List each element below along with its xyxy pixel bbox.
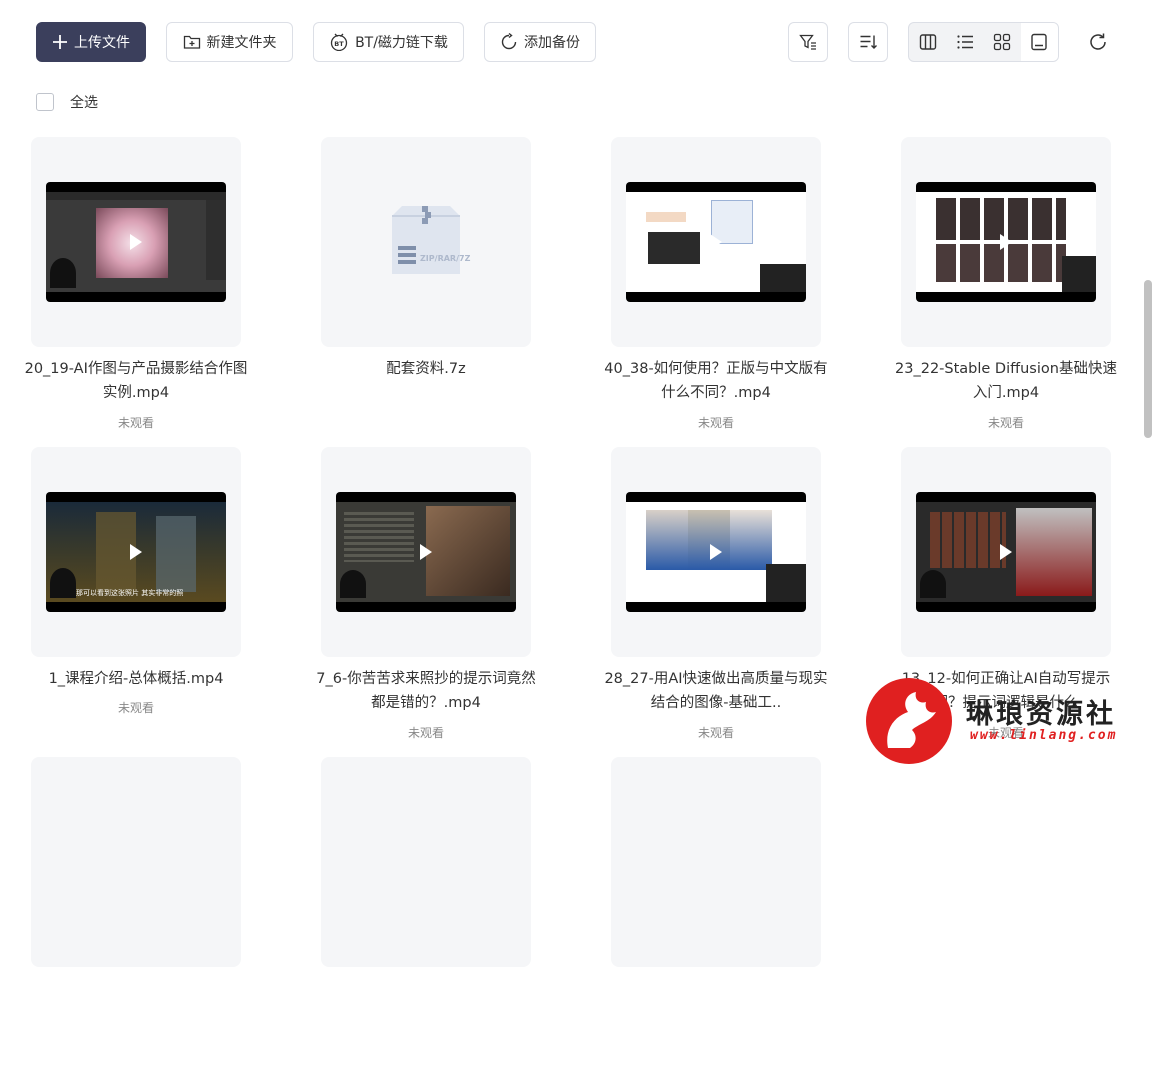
file-card[interactable]: 40_38-如何使用？正版与中文版有什么不同？.mp4 未观看 xyxy=(604,137,901,447)
watermark-logo xyxy=(866,678,952,764)
video-thumbnail xyxy=(916,182,1096,302)
file-name: 7_6-你苦苦求来照抄的提示词竟然都是错的？.mp4 xyxy=(316,671,536,711)
file-name: 20_19-AI作图与产品摄影结合作图实例.mp4 xyxy=(24,361,248,401)
filter-button[interactable] xyxy=(788,22,828,62)
column-view-button[interactable] xyxy=(909,23,946,61)
file-card[interactable]: ZIP/RAR/7Z 配套资料.7z xyxy=(321,137,611,447)
file-name: 1_课程介绍-总体概括.mp4 xyxy=(48,671,224,687)
sort-button[interactable] xyxy=(848,22,888,62)
file-name: 40_38-如何使用？正版与中文版有什么不同？.mp4 xyxy=(604,361,828,401)
video-thumbnail xyxy=(46,182,226,302)
file-thumbnail[interactable] xyxy=(901,137,1111,347)
watermark-title: 琳琅资源社 xyxy=(966,699,1116,730)
watermark: 琳琅资源社 www.linlang.com xyxy=(866,676,1136,766)
file-thumbnail[interactable]: 那可以看到这张照片 其实非常的照 xyxy=(31,447,241,657)
file-card[interactable]: 20_19-AI作图与产品摄影结合作图实例.mp4 未观看 xyxy=(25,137,321,447)
backup-sync-icon xyxy=(501,33,517,50)
play-icon xyxy=(710,544,722,560)
file-thumbnail[interactable] xyxy=(321,447,531,657)
video-thumbnail xyxy=(626,492,806,612)
play-icon xyxy=(130,544,142,560)
plus-icon xyxy=(53,35,67,49)
file-thumbnail[interactable] xyxy=(321,757,531,967)
watermark-url: www.linlang.com xyxy=(970,728,1118,743)
video-thumbnail xyxy=(916,492,1096,612)
file-name: 23_22-Stable Diffusion基础快速入门.mp4 xyxy=(895,361,1117,401)
sort-icon xyxy=(860,35,877,49)
file-name: 28_27-用AI快速做出高质量与现实结合的图像-基础工.. xyxy=(604,671,828,711)
play-icon xyxy=(1000,234,1012,250)
watch-status: 未观看 xyxy=(987,416,1024,430)
play-icon xyxy=(420,544,432,560)
watch-status: 未观看 xyxy=(697,416,734,430)
select-all[interactable]: 全选 xyxy=(36,92,98,112)
file-name: 配套资料.7z xyxy=(386,361,466,377)
bt-download-button[interactable]: BT BT/磁力链下载 xyxy=(313,22,464,62)
toolbar: 上传文件 新建文件夹 BT BT/磁力链下载 添加备份 xyxy=(0,0,1154,84)
view-mode-group xyxy=(908,22,1059,62)
file-card[interactable] xyxy=(611,757,901,1067)
refresh-icon xyxy=(1090,33,1106,50)
video-thumbnail: 那可以看到这张照片 其实非常的照 xyxy=(46,492,226,612)
archive-label: ZIP/RAR/7Z xyxy=(420,254,471,263)
video-thumbnail xyxy=(336,492,516,612)
file-card[interactable]: 7_6-你苦苦求来照抄的提示词竟然都是错的？.mp4 未观看 xyxy=(316,447,611,757)
watch-status: 未观看 xyxy=(117,701,154,715)
scrollbar-thumb[interactable] xyxy=(1144,280,1152,438)
upload-label: 上传文件 xyxy=(74,35,130,51)
bt-download-label: BT/磁力链下载 xyxy=(355,35,448,51)
watch-status: 未观看 xyxy=(117,416,154,430)
select-all-checkbox[interactable] xyxy=(36,93,54,111)
file-card[interactable] xyxy=(31,757,321,1067)
grid-icon xyxy=(993,33,1011,51)
select-all-label: 全选 xyxy=(70,95,98,111)
upload-button[interactable]: 上传文件 xyxy=(36,22,146,62)
video-thumbnail xyxy=(626,182,806,302)
file-card[interactable] xyxy=(321,757,611,1067)
columns-icon xyxy=(919,34,936,50)
file-thumbnail[interactable] xyxy=(31,137,241,347)
play-icon xyxy=(130,234,142,250)
grid-view-button[interactable] xyxy=(984,23,1021,61)
file-thumbnail[interactable]: ZIP/RAR/7Z xyxy=(321,137,531,347)
archive-icon: ZIP/RAR/7Z xyxy=(388,202,471,278)
bt-icon: BT xyxy=(330,33,348,51)
file-thumbnail[interactable] xyxy=(611,757,821,967)
list-view-button[interactable] xyxy=(946,23,983,61)
list-icon xyxy=(957,35,973,49)
watch-status: 未观看 xyxy=(407,726,444,740)
file-thumbnail[interactable] xyxy=(31,757,241,967)
file-thumbnail[interactable] xyxy=(611,137,821,347)
new-folder-button[interactable]: 新建文件夹 xyxy=(166,22,293,62)
file-card[interactable]: 23_22-Stable Diffusion基础快速入门.mp4 未观看 xyxy=(895,137,1154,447)
watch-status: 未观看 xyxy=(697,726,734,740)
file-card[interactable]: 28_27-用AI快速做出高质量与现实结合的图像-基础工.. 未观看 xyxy=(604,447,901,757)
refresh-button[interactable] xyxy=(1082,28,1114,56)
play-icon xyxy=(1000,544,1012,560)
svg-text:BT: BT xyxy=(334,40,344,48)
new-folder-label: 新建文件夹 xyxy=(206,35,277,51)
subtitle-text: 那可以看到这张照片 其实非常的照 xyxy=(76,589,184,597)
file-thumbnail[interactable] xyxy=(611,447,821,657)
add-backup-label: 添加备份 xyxy=(524,35,580,51)
play-icon xyxy=(710,234,722,250)
filter-icon xyxy=(799,34,816,50)
add-backup-button[interactable]: 添加备份 xyxy=(484,22,596,62)
thumbnail-view-button[interactable] xyxy=(1020,23,1058,61)
thumbnail-icon xyxy=(1031,33,1048,51)
file-card[interactable]: 那可以看到这张照片 其实非常的照 1_课程介绍-总体概括.mp4 未观看 xyxy=(31,447,321,757)
file-thumbnail[interactable] xyxy=(901,447,1111,657)
folder-plus-icon xyxy=(183,35,200,49)
